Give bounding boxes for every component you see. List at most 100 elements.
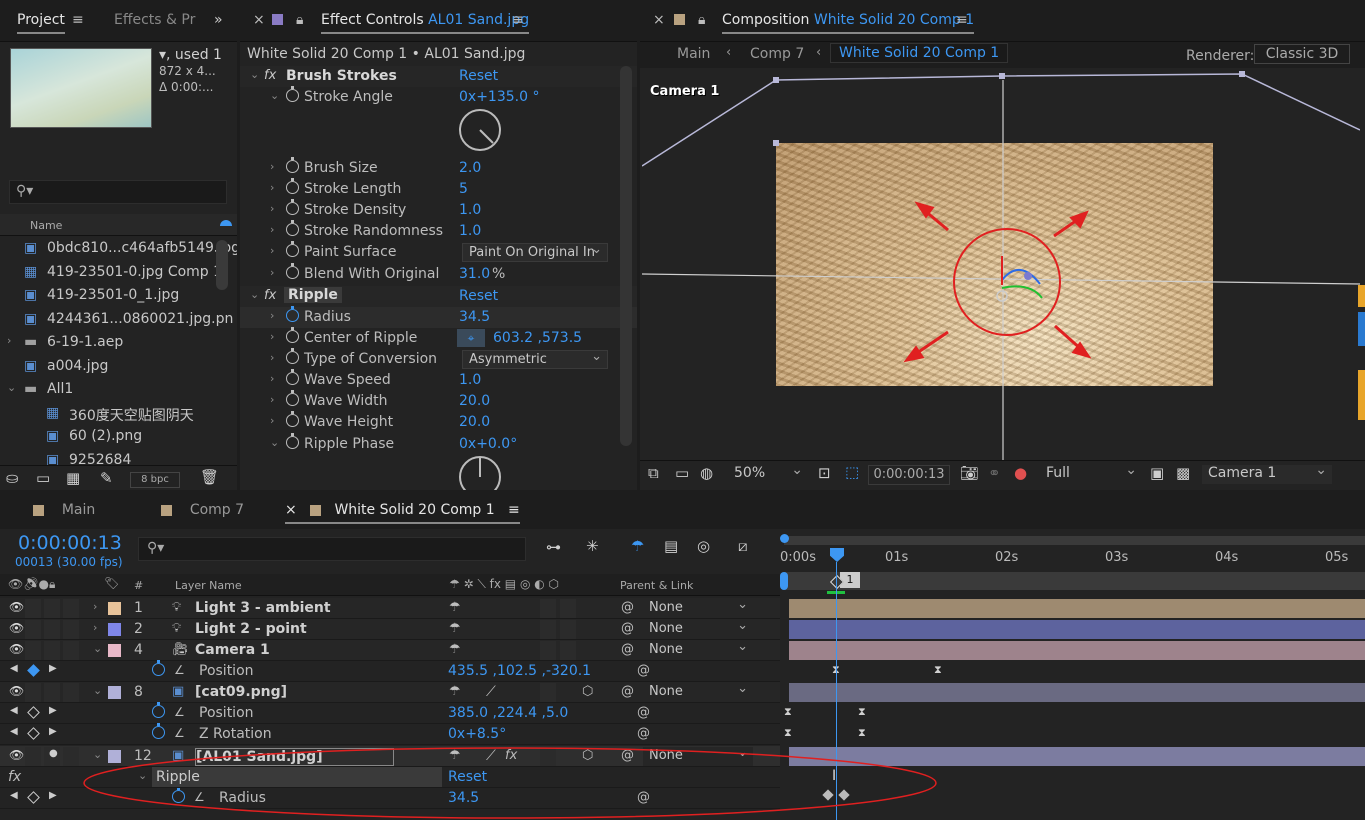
show-snapshot-icon[interactable]: ⚭	[988, 464, 1001, 482]
property-value[interactable]: 1.0	[459, 202, 481, 218]
project-item[interactable]: ▦ 360度天空贴图阴天	[0, 403, 237, 426]
chevron-down-icon[interactable]: ⌄	[270, 89, 279, 102]
close-tab-icon[interactable]: ×	[253, 12, 265, 28]
stopwatch-icon[interactable]	[286, 178, 299, 196]
composition-viewer[interactable]: Camera 1	[642, 70, 1360, 460]
panel-menu-icon[interactable]: ≡	[956, 12, 968, 28]
project-item[interactable]: ▣ 4244361...0860021.jpg.pn	[0, 309, 237, 332]
stopwatch-icon[interactable]	[286, 306, 299, 324]
property-value[interactable]: 5	[459, 181, 468, 197]
zoom-dropdown[interactable]: 50%	[728, 465, 808, 484]
current-time-display[interactable]: 0:00:00:13	[868, 465, 950, 485]
renderer-dropdown[interactable]: Classic 3D	[1254, 44, 1350, 64]
stopwatch-icon[interactable]	[286, 327, 299, 345]
stopwatch-icon[interactable]	[286, 433, 299, 451]
effect-controls-scrollbar[interactable]	[620, 66, 632, 446]
fx-icon[interactable]: fx	[264, 288, 276, 303]
region-of-interest-icon[interactable]: ⊡	[818, 464, 831, 482]
crumb-main[interactable]: Main	[677, 46, 710, 62]
effect-brush-strokes-header[interactable]: ⌄ fx Brush Strokes Reset	[240, 66, 637, 87]
name-column-header[interactable]: Name	[30, 219, 62, 232]
monitor-icon[interactable]: ▭	[675, 464, 689, 482]
property-value[interactable]: 0x+0.0°	[459, 436, 517, 452]
chevron-right-icon[interactable]: ›	[7, 334, 11, 347]
type-of-conversion-dropdown[interactable]: Asymmetric	[462, 350, 608, 369]
property-value[interactable]: 603.2 ,573.5	[493, 330, 582, 346]
resolution-dropdown[interactable]: Full	[1040, 465, 1142, 484]
bit-depth-button[interactable]: 8 bpc	[130, 472, 180, 488]
chevron-right-icon[interactable]: ›	[270, 372, 274, 385]
adjust-project-icon[interactable]: ✎	[100, 469, 113, 487]
chevron-down-icon[interactable]: ⌄	[250, 68, 259, 81]
chevron-down-icon[interactable]: ⌄	[7, 381, 16, 394]
tab-project[interactable]: Project	[17, 12, 65, 34]
stopwatch-icon[interactable]	[286, 241, 299, 259]
chevron-right-icon[interactable]: ›	[270, 266, 274, 279]
property-value[interactable]: 31.0	[459, 266, 490, 282]
property-value[interactable]: 20.0	[459, 414, 490, 430]
chevron-right-icon[interactable]: ›	[270, 309, 274, 322]
transparency-icon[interactable]: ▩	[1176, 464, 1190, 482]
mask-visibility-icon[interactable]: ◍	[700, 464, 713, 482]
project-item[interactable]: ▣ 60 (2).png	[0, 426, 237, 449]
effect-ripple-header[interactable]: ⌄ fx Ripple Reset	[240, 286, 637, 307]
new-composition-icon[interactable]: ▦	[66, 469, 80, 487]
phase-dial-icon[interactable]	[458, 455, 502, 490]
reset-link[interactable]: Reset	[459, 68, 498, 84]
property-value[interactable]: 34.5	[459, 309, 490, 325]
delete-icon[interactable]: 🗑	[200, 468, 219, 486]
view-dropdown[interactable]: Camera 1	[1202, 465, 1332, 484]
fast-preview-icon[interactable]: ▣	[1150, 464, 1164, 482]
property-value[interactable]: 1.0	[459, 372, 481, 388]
stopwatch-icon[interactable]	[286, 199, 299, 217]
project-search-input[interactable]: ⚲▾	[9, 180, 227, 204]
panel-lock-icon[interactable]: 🔒︎	[698, 12, 705, 28]
close-tab-icon[interactable]: ×	[653, 12, 665, 28]
property-value[interactable]: 1.0	[459, 223, 481, 239]
stopwatch-icon[interactable]	[286, 369, 299, 387]
chevron-right-icon[interactable]: ›	[270, 414, 274, 427]
snapshot-icon[interactable]: 📷︎	[960, 464, 979, 482]
stopwatch-icon[interactable]	[286, 86, 299, 104]
chevron-right-icon[interactable]: ›	[270, 330, 274, 343]
stopwatch-icon[interactable]	[286, 348, 299, 366]
tab-effects-presets[interactable]: Effects & Pr	[114, 12, 195, 28]
reset-link[interactable]: Reset	[459, 288, 498, 304]
chevron-right-icon[interactable]: ›	[270, 160, 274, 173]
chevron-right-icon[interactable]: ›	[270, 223, 274, 236]
crumb-current[interactable]: White Solid 20 Comp 1	[830, 43, 1009, 63]
project-scrollbar[interactable]	[216, 240, 228, 290]
crosshair-icon[interactable]: ⌖	[457, 329, 485, 347]
stopwatch-icon[interactable]	[286, 263, 299, 281]
fx-icon[interactable]: fx	[264, 68, 276, 83]
chevron-down-icon[interactable]: ⌄	[250, 288, 259, 301]
transparency-grid-icon[interactable]: ⬚	[845, 463, 859, 481]
panel-menu-icon[interactable]: ≡	[512, 12, 524, 28]
chevron-right-icon[interactable]: ›	[270, 244, 274, 257]
project-item[interactable]: ▦ 419-23501-0.jpg Comp 1	[0, 262, 237, 285]
new-folder-icon[interactable]: ▭	[36, 469, 50, 487]
project-item[interactable]: ⌄ ▬ All1	[0, 379, 237, 402]
panel-menu-icon[interactable]: ≡	[72, 12, 84, 28]
crumb-comp7[interactable]: Comp 7	[750, 46, 804, 62]
more-tabs-icon[interactable]: »	[214, 12, 223, 28]
chevron-right-icon[interactable]: ›	[270, 351, 274, 364]
interpret-footage-icon[interactable]: ⛀	[6, 469, 19, 487]
stopwatch-icon[interactable]	[286, 411, 299, 429]
property-value[interactable]: 0x+135.0 °	[459, 89, 539, 105]
property-value[interactable]: 2.0	[459, 160, 481, 176]
stopwatch-icon[interactable]	[286, 390, 299, 408]
chevron-right-icon[interactable]: ›	[270, 393, 274, 406]
panel-lock-icon[interactable]: 🔒︎	[296, 12, 303, 28]
lock-icon[interactable]	[272, 14, 283, 25]
paint-surface-dropdown[interactable]: Paint On Original In	[462, 243, 608, 262]
stopwatch-icon[interactable]	[286, 220, 299, 238]
project-item[interactable]: ▣ 0bdc810...c464afb5149.jpg	[0, 238, 237, 261]
stopwatch-icon[interactable]	[286, 157, 299, 175]
property-value[interactable]: 20.0	[459, 393, 490, 409]
chevron-down-icon[interactable]: ⌄	[270, 436, 279, 449]
always-preview-icon[interactable]: ⧉	[648, 464, 659, 482]
project-item[interactable]: ▣ a004.jpg	[0, 356, 237, 379]
project-item[interactable]: › ▬ 6-19-1.aep	[0, 332, 237, 355]
chevron-right-icon[interactable]: ›	[270, 181, 274, 194]
